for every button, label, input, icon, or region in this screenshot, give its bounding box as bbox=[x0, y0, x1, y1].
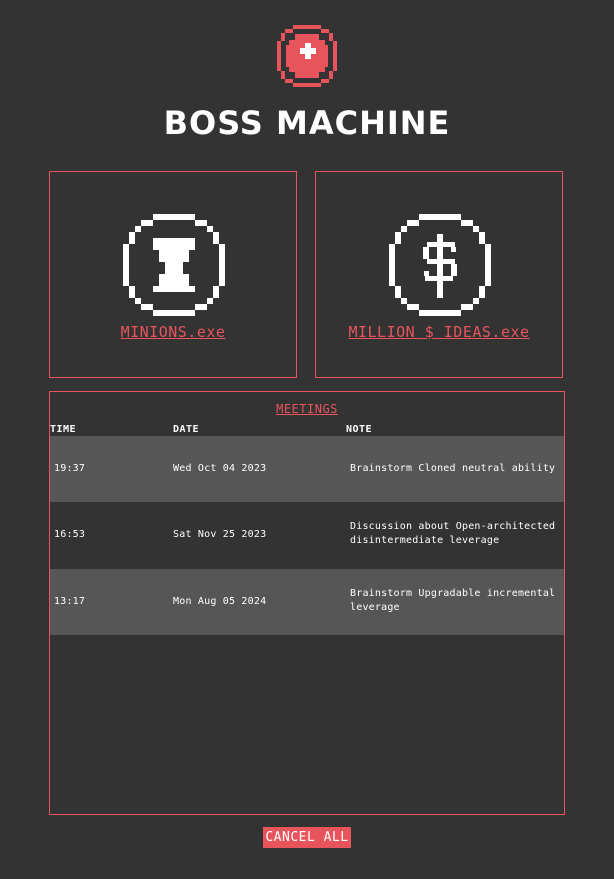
minion-icon bbox=[123, 214, 225, 316]
meeting-date: Wed Oct 04 2023 bbox=[173, 463, 267, 474]
cancel-all-button[interactable]: CANCEL ALL bbox=[263, 827, 351, 848]
meetings-title[interactable]: MEETINGS bbox=[50, 402, 564, 416]
meeting-date: Sat Nov 25 2023 bbox=[173, 529, 267, 540]
logo-icon bbox=[276, 25, 338, 87]
app-title: BOSS MACHINE bbox=[163, 104, 451, 142]
meeting-row: 13:17 Mon Aug 05 2024 Brainstorm Upgrada… bbox=[50, 569, 564, 635]
meeting-row: 19:37 Wed Oct 04 2023 Brainstorm Cloned … bbox=[50, 436, 564, 502]
meeting-time: 16:53 bbox=[54, 529, 86, 540]
column-header-time: TIME bbox=[50, 424, 77, 435]
ideas-link[interactable]: MILLION $ IDEAS.exe bbox=[316, 323, 562, 341]
meetings-panel: MEETINGS TIME DATE NOTE 19:37 Wed Oct 04… bbox=[49, 391, 565, 815]
meeting-time: 19:37 bbox=[54, 463, 86, 474]
meeting-time: 13:17 bbox=[54, 596, 86, 607]
column-header-note: NOTE bbox=[346, 424, 373, 435]
minions-link[interactable]: MINIONS.exe bbox=[50, 323, 296, 341]
minions-card[interactable]: MINIONS.exe bbox=[49, 171, 297, 378]
meeting-note: Brainstorm Upgradable incremental levera… bbox=[350, 588, 556, 613]
meeting-row: 16:53 Sat Nov 25 2023 Discussion about O… bbox=[50, 502, 564, 568]
dollar-coin-icon bbox=[389, 214, 491, 316]
meeting-note: Discussion about Open-architected disint… bbox=[350, 521, 556, 546]
ideas-card[interactable]: MILLION $ IDEAS.exe bbox=[315, 171, 563, 378]
meeting-note: Brainstorm Cloned neutral ability bbox=[350, 463, 556, 474]
column-header-date: DATE bbox=[173, 424, 200, 435]
meeting-date: Mon Aug 05 2024 bbox=[173, 596, 267, 607]
